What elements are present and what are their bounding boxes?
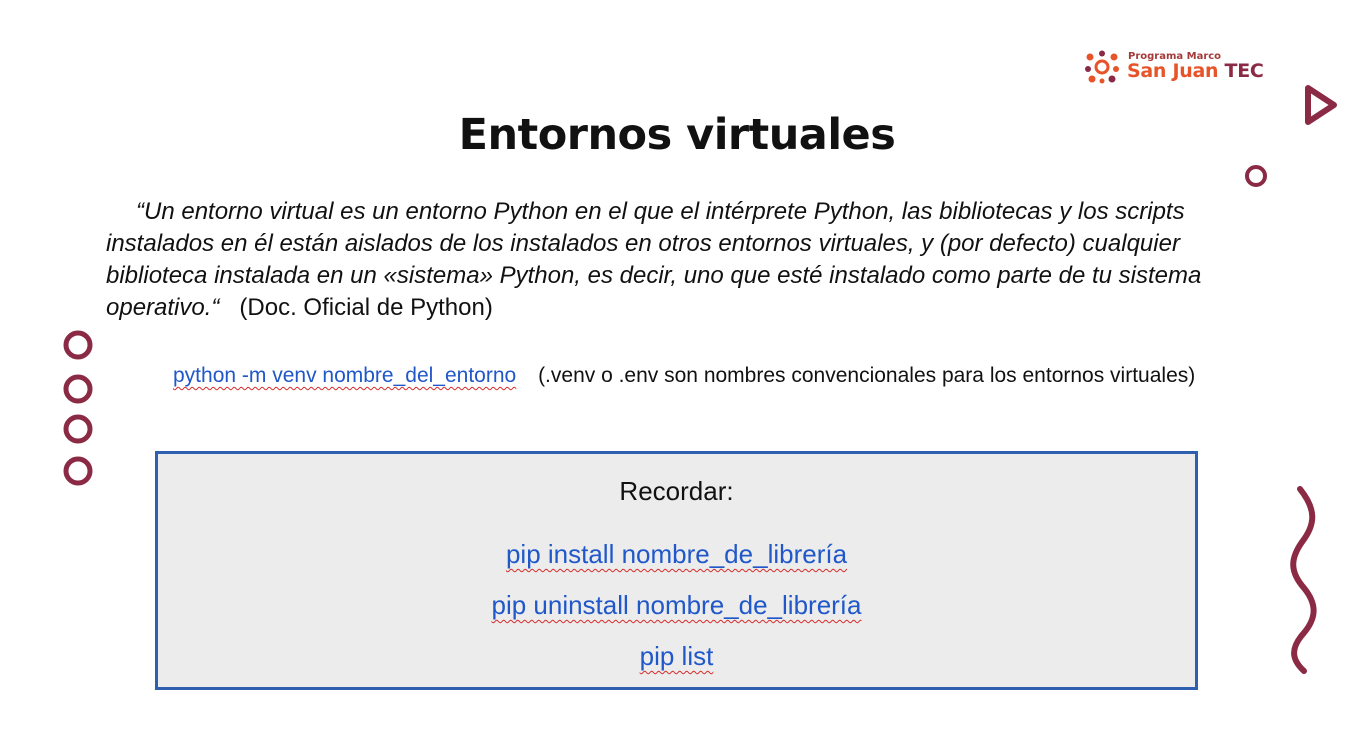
san-juan-tec-logo: Programa Marco San Juan TEC bbox=[1084, 48, 1284, 88]
logo-brand-suffix: TEC bbox=[1224, 60, 1264, 82]
pip-uninstall-command: pip uninstall nombre_de_librería bbox=[158, 590, 1195, 621]
pip-install-text: pip install nombre_de_librería bbox=[505, 539, 848, 569]
quote-source: (Doc. Oficial de Python) bbox=[239, 294, 493, 321]
reminder-box: Recordar: pip install nombre_de_librería… bbox=[155, 451, 1198, 690]
reminder-title: Recordar: bbox=[619, 476, 734, 506]
logo-people-icon bbox=[1085, 50, 1119, 84]
logo-brand: San Juan TEC bbox=[1127, 60, 1264, 82]
logo-brand-main: San Juan bbox=[1127, 60, 1219, 82]
definition-quote: “Un entorno virtual es un entorno Python… bbox=[106, 196, 1266, 324]
venv-command-line: python -m venv nombre_del_entorno (.venv… bbox=[173, 364, 1195, 388]
slide: Programa Marco San Juan TEC Entornos vir… bbox=[0, 0, 1354, 754]
pip-list-text: pip list bbox=[639, 641, 714, 671]
venv-note: (.venv o .env son nombres convencionales… bbox=[538, 364, 1196, 387]
pip-list-command: pip list bbox=[158, 641, 1195, 672]
wavy-line-icon bbox=[1290, 486, 1317, 674]
venv-command: python -m venv nombre_del_entorno bbox=[173, 364, 517, 387]
small-ring-icon bbox=[1245, 165, 1267, 187]
ring-column-icon bbox=[63, 330, 93, 486]
pip-uninstall-text: pip uninstall nombre_de_librería bbox=[491, 590, 862, 620]
pip-install-command: pip install nombre_de_librería bbox=[158, 539, 1195, 570]
page-title: Entornos virtuales bbox=[458, 110, 896, 160]
